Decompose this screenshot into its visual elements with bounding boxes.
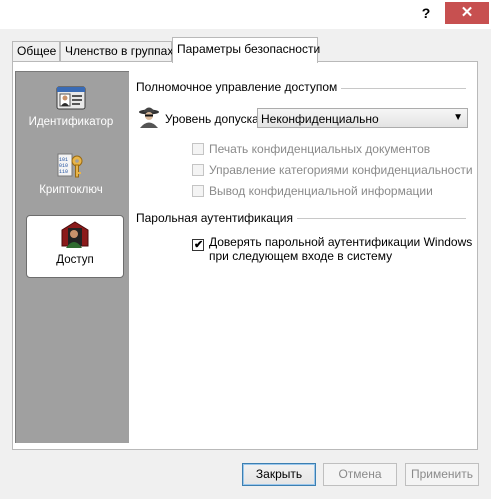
id-card-icon [56,86,86,110]
nav-item-label: Идентификатор [28,116,114,128]
group-title-password: Парольная аутентификация [136,211,298,225]
checkbox-box [192,185,204,197]
tab-general[interactable]: Общее [12,41,60,61]
checkbox-label: Печать конфиденциальных документов [209,142,431,156]
access-level-select[interactable]: Неконфиденциально ▼ [257,108,468,128]
close-window-button[interactable]: ✕ [445,2,489,24]
checkbox-box: ✔ [192,239,204,251]
nav-item-label: Криптоключ [39,184,103,196]
title-bar: ? ✕ [0,0,491,29]
tab-group-membership[interactable]: Членство в группах [60,41,173,61]
nav-item-identifier[interactable]: Идентификатор [18,84,124,146]
checkbox-label: Доверять парольной аутентификации Window… [209,235,472,263]
help-button[interactable]: ? [414,3,438,23]
apply-button[interactable]: Применить [405,463,479,486]
group-title-access: Полномочное управление доступом [136,80,342,94]
svg-text:110: 110 [59,169,68,175]
access-user-icon [61,221,89,248]
checkbox-label: Вывод конфиденциальной информации [209,184,433,198]
check-mark-icon: ✔ [194,239,204,251]
crypto-key-icon: 101 010 110 [57,153,83,178]
checkbox-box [192,143,204,155]
chevron-down-icon: ▼ [453,112,463,123]
cancel-button[interactable]: Отмена [323,463,397,486]
spy-agent-icon [139,107,159,128]
access-level-label: Уровень допуска: [165,112,263,126]
trust-label-line1: Доверять парольной аутентификации Window… [209,235,473,249]
nav-item-access[interactable]: Доступ [26,215,124,278]
trust-label-line2: при следующем входе в систему [209,249,393,263]
checkbox-box [192,164,204,176]
nav-item-crypto-key[interactable]: 101 010 110 Криптоключ [18,152,124,214]
category-nav: Идентификатор 101 010 110 Криптоключ Дос… [15,71,129,443]
access-level-value: Неконфиденциально [261,112,379,126]
tab-security-settings[interactable]: Параметры безопасности [172,37,320,63]
nav-item-label: Доступ [56,254,94,266]
close-button[interactable]: Закрыть [242,463,316,486]
checkbox-label: Управление категориями конфиденциальност… [209,163,473,177]
